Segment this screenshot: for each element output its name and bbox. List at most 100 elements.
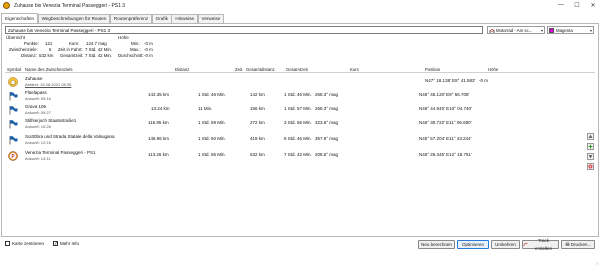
checkbox-box[interactable]	[5, 241, 10, 246]
tab-grafik[interactable]: Grafik	[151, 14, 172, 23]
kurs-label: Kurs:	[69, 41, 80, 46]
create-track-button[interactable]: Track erstellen	[522, 238, 559, 251]
tab-eigenschaften[interactable]: Eigenschaften	[1, 13, 39, 23]
waypoint-row[interactable]: Soi30bra und Strada Statale della Valsug…	[5, 133, 595, 147]
waypoint-elevation: -0 m	[479, 78, 488, 83]
waypoint-total-time: 1 Std. 46 Min.	[284, 92, 312, 97]
maximize-button[interactable]: ☐	[572, 1, 582, 9]
gesamtzeit-value: 7 Std. 42 Min.	[85, 53, 113, 58]
waypoint-distance: 13.24 km	[151, 106, 170, 111]
title-bar: Zuhause bis Venezia Terminal Passeggeri …	[0, 0, 600, 11]
home-icon	[8, 77, 18, 87]
route-color-value: Magenta	[556, 27, 573, 33]
col-position[interactable]: Position	[425, 67, 440, 72]
col-hoehe[interactable]: Höhe	[488, 67, 498, 72]
waypoint-row[interactable]: Grava 106 Ankunft: 09:27 13.24 km 11 Min…	[5, 103, 595, 117]
motorcycle-icon	[489, 28, 495, 33]
route-profile-value: Motorrad - Am sc...	[496, 27, 533, 33]
waypoint-total-time: 1 Std. 57 Min.	[284, 106, 312, 111]
col-gesamtzeit[interactable]: Gesamtzeit	[286, 67, 308, 72]
waypoint-name: Venezia Terminal Passeggeri - PS1	[25, 150, 96, 155]
elevation-max-value: -0 m	[144, 47, 153, 52]
waypoint-row[interactable]: P Venezia Terminal Passeggeri - PS1 Anku…	[5, 149, 595, 163]
waypoint-name: Zuhause	[25, 76, 43, 81]
remove-waypoint-button[interactable]	[587, 163, 594, 170]
arrow-down-icon	[588, 155, 593, 159]
reverse-button[interactable]: Umkehren	[491, 240, 520, 249]
close-button[interactable]: ✕	[588, 1, 598, 9]
kurs-value: 124.7 mag	[86, 41, 107, 46]
route-name-input[interactable]: Zuhause bis Venezia Terminal Passeggeri …	[5, 26, 483, 34]
waypoint-distance: 142.35 km	[148, 92, 170, 97]
waypoint-course: 268.3° mag	[315, 106, 339, 111]
waypoint-name: Stilfserjoch Staatsstraße1	[25, 118, 77, 123]
color-swatch	[549, 27, 554, 33]
waypoint-row[interactable]: Zuhause Abfahrt: 15.08.2021 08:30 N47° 1…	[5, 75, 595, 89]
col-distanz[interactable]: Distanz	[175, 67, 189, 72]
waypoint-row[interactable]: Flüelapass Ankunft: 09:16 142.35 km 1 St…	[5, 89, 595, 103]
waypoint-position: N46° 30.722' E11° 06.690'	[419, 120, 472, 125]
waypoint-time: 1 Std. 59 Min.	[198, 120, 226, 125]
waypoint-position: N46° 45.120' E9° 56.708'	[419, 92, 470, 97]
waypoint-total-distance: 532 km	[250, 152, 265, 157]
recalculate-button[interactable]: Neu berechnen	[418, 240, 455, 249]
flag-icon	[9, 136, 18, 145]
zwischenziele-label: Zwischenziele:	[9, 47, 38, 52]
waypoint-arrival: Ankunft: 10:26	[25, 124, 51, 129]
more-info-checkbox[interactable]: Mehr Info	[53, 241, 79, 247]
window-controls: — ☐ ✕	[556, 1, 598, 9]
zwischenziele-value: 6	[49, 47, 52, 52]
col-name[interactable]: Name des Zwischenziels	[25, 67, 73, 72]
col-gesamtdistanz[interactable]: Gesamtdistanz	[246, 67, 275, 72]
window-title: Zuhause bis Venezia Terminal Passeggeri …	[14, 2, 126, 9]
distanz-value: 532 km	[39, 53, 54, 58]
waypoint-distance: 146.96 km	[148, 136, 170, 141]
elevation-avg-label: Durchschnitt:	[118, 53, 144, 58]
waypoint-distance: 115.95 km	[148, 120, 169, 125]
waypoint-total-time: 5 Std. 46 Min.	[284, 136, 312, 141]
route-profile-select[interactable]: Motorrad - Am sc... ▾	[487, 26, 545, 34]
waypoint-time: 1 Std. 55 Min.	[198, 152, 226, 157]
col-symbol[interactable]: Symbol	[7, 67, 21, 72]
tab-wegbeschreibungen[interactable]: Wegbeschreibungen für Routen	[37, 14, 111, 23]
elevation-min-label: Min.:	[131, 41, 141, 46]
elevation-title: Höhe	[118, 35, 129, 40]
punkte-label: Punkte:	[24, 41, 39, 46]
waypoint-arrival: Ankunft: 09:27	[25, 110, 51, 115]
printer-icon	[565, 242, 570, 246]
col-zeit[interactable]: Zeit	[235, 67, 242, 72]
waypoint-departure[interactable]: Abfahrt: 15.08.2021 08:30	[25, 82, 71, 87]
gesamtzeit-label: Gesamtzeit:	[60, 53, 84, 58]
checkbox-box[interactable]	[53, 241, 58, 247]
optimize-button[interactable]: Optimieren	[457, 240, 489, 249]
print-button[interactable]: Drucken...	[561, 240, 595, 249]
minimize-button[interactable]: —	[556, 1, 566, 9]
waypoint-name: Flüelapass	[25, 90, 47, 95]
tab-hinweise[interactable]: Hinweise	[171, 14, 199, 23]
move-up-button[interactable]	[587, 133, 594, 140]
waypoint-course: 357.9° mag	[315, 136, 339, 141]
col-kurs[interactable]: Kurs	[350, 67, 359, 72]
add-waypoint-button[interactable]	[587, 143, 594, 150]
resize-grip-icon[interactable]	[594, 260, 599, 265]
waypoint-course: 208.5° mag	[315, 152, 339, 157]
route-color-select[interactable]: Magenta ▾	[547, 26, 594, 34]
waypoint-position: N46° 44.940' E10° 04.740'	[419, 106, 472, 111]
waypoint-total-distance: 272 km	[250, 120, 265, 125]
parking-icon: P	[8, 151, 18, 161]
tab-bar: Eigenschaften Wegbeschreibungen für Rout…	[1, 13, 225, 23]
waypoint-arrival: Ankunft: 12:16	[25, 140, 51, 145]
waypoint-total-time: 3 Std. 56 Min.	[284, 120, 312, 125]
waypoint-total-distance: 156 km	[250, 106, 265, 111]
tab-verweise[interactable]: Verweise	[197, 14, 225, 23]
create-track-label: Track erstellen	[534, 237, 552, 251]
waypoint-distance: 113.26 km	[148, 152, 169, 157]
waypoint-row[interactable]: Stilfserjoch Staatsstraße1 Ankunft: 10:2…	[5, 117, 595, 131]
waypoint-course: 323.6° mag	[315, 120, 339, 125]
tab-routenpraeferenz[interactable]: Routenpräferenz	[109, 14, 153, 23]
waypoint-position: N45° 26.345' E12° 18.751'	[419, 152, 472, 157]
waypoint-course: 268.3° mag	[315, 92, 339, 97]
arrow-up-icon	[588, 134, 593, 138]
move-down-button[interactable]	[587, 153, 594, 160]
center-map-checkbox[interactable]: Karte zentrieren	[5, 241, 44, 246]
